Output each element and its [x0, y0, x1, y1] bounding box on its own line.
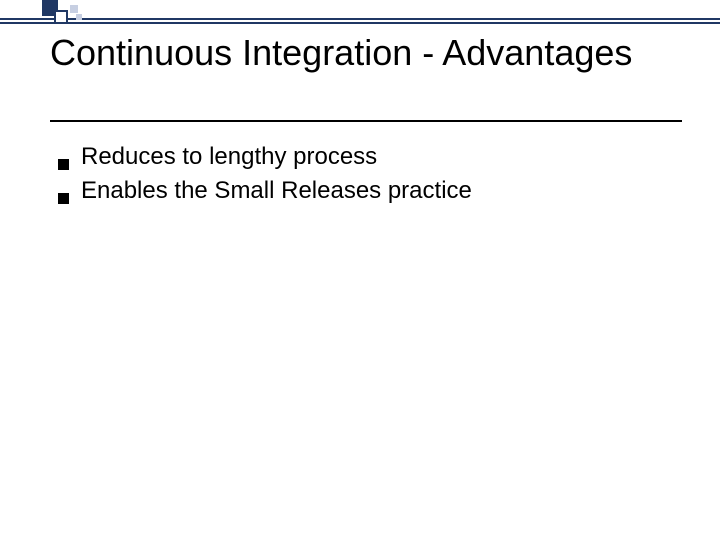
- square-bullet-icon: [58, 193, 69, 204]
- slide-top-decoration: [0, 0, 720, 26]
- bullet-text: Reduces to lengthy process: [81, 142, 377, 172]
- list-item: Reduces to lengthy process: [58, 142, 678, 172]
- list-item: Enables the Small Releases practice: [58, 176, 678, 206]
- slide-title: Continuous Integration - Advantages: [50, 32, 690, 73]
- title-underline: [50, 120, 682, 122]
- square-bullet-icon: [58, 159, 69, 170]
- slide-body: Reduces to lengthy process Enables the S…: [58, 142, 678, 210]
- bullet-text: Enables the Small Releases practice: [81, 176, 472, 206]
